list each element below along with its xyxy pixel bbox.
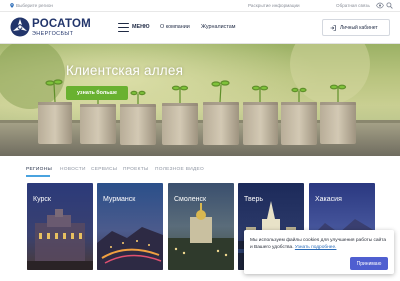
region-label: Выберите регион bbox=[16, 3, 53, 8]
seedlings-photo bbox=[0, 44, 400, 156]
hero-banner: Клиентская аллея узнать больше bbox=[0, 44, 400, 156]
cookie-accept-button[interactable]: Принимаю bbox=[350, 257, 388, 270]
tab-news[interactable]: НОВОСТИ bbox=[60, 167, 86, 172]
location-pin-icon bbox=[10, 3, 14, 8]
tab-services[interactable]: СЕРВИСЫ bbox=[91, 167, 117, 172]
nav-journalists[interactable]: Журналистам bbox=[201, 24, 236, 30]
tab-projects[interactable]: ПРОЕКТЫ bbox=[123, 167, 149, 172]
tab-regions[interactable]: РЕГИОНЫ bbox=[26, 167, 52, 172]
region-name: Курск bbox=[33, 196, 51, 203]
logo-subtitle: ЭНЕРГОСБЫТ bbox=[32, 31, 74, 37]
eye-icon[interactable] bbox=[376, 2, 384, 9]
region-selector[interactable]: Выберите регион bbox=[10, 3, 53, 8]
main-header: РОСАТОМ ЭНЕРГОСБЫТ МЕНЮ О компании Журна… bbox=[0, 12, 400, 44]
cookie-text: Мы используем файлы cookies для улучшени… bbox=[250, 237, 388, 251]
tab-useful-video[interactable]: ПОЛЕЗНОЕ ВИДЕО bbox=[155, 167, 204, 172]
region-card-kursk[interactable]: Курск bbox=[27, 183, 93, 270]
region-card-murmansk[interactable]: Мурманск bbox=[97, 183, 163, 270]
region-name: Тверь bbox=[244, 196, 264, 203]
personal-account-label: Личный кабинет bbox=[340, 24, 378, 31]
cookie-consent-banner: Мы используем файлы cookies для улучшени… bbox=[244, 230, 394, 274]
hero-learn-more-button[interactable]: узнать больше bbox=[66, 86, 128, 100]
menu-burger-icon[interactable] bbox=[118, 23, 129, 32]
login-icon bbox=[330, 24, 336, 31]
nav-about-company[interactable]: О компании bbox=[160, 24, 190, 30]
menu-button[interactable]: МЕНЮ bbox=[132, 24, 150, 30]
active-tab-underline bbox=[26, 175, 50, 177]
region-name: Мурманск bbox=[103, 196, 136, 203]
personal-account-button[interactable]: Личный кабинет bbox=[322, 19, 390, 36]
page: Выберите регион Раскрытие информации Обр… bbox=[0, 0, 400, 281]
search-icon[interactable] bbox=[386, 2, 393, 9]
region-name: Хакасия bbox=[315, 196, 342, 203]
region-name: Смоленск bbox=[174, 196, 207, 203]
cookie-details-link[interactable]: Узнать подробнее. bbox=[295, 245, 337, 250]
logo-title: РОСАТОМ bbox=[32, 18, 91, 30]
rosatom-logo-icon[interactable] bbox=[10, 17, 30, 37]
hero-title: Клиентская аллея bbox=[66, 63, 184, 78]
feedback-link[interactable]: Обратная связь bbox=[336, 3, 370, 8]
top-utility-bar: Выберите регион Раскрытие информации Обр… bbox=[0, 0, 400, 12]
content-tabs: РЕГИОНЫ НОВОСТИ СЕРВИСЫ ПРОЕКТЫ ПОЛЕЗНОЕ… bbox=[0, 156, 400, 178]
disclosure-link[interactable]: Раскрытие информации bbox=[248, 3, 300, 8]
region-card-smolensk[interactable]: Смоленск bbox=[168, 183, 234, 270]
